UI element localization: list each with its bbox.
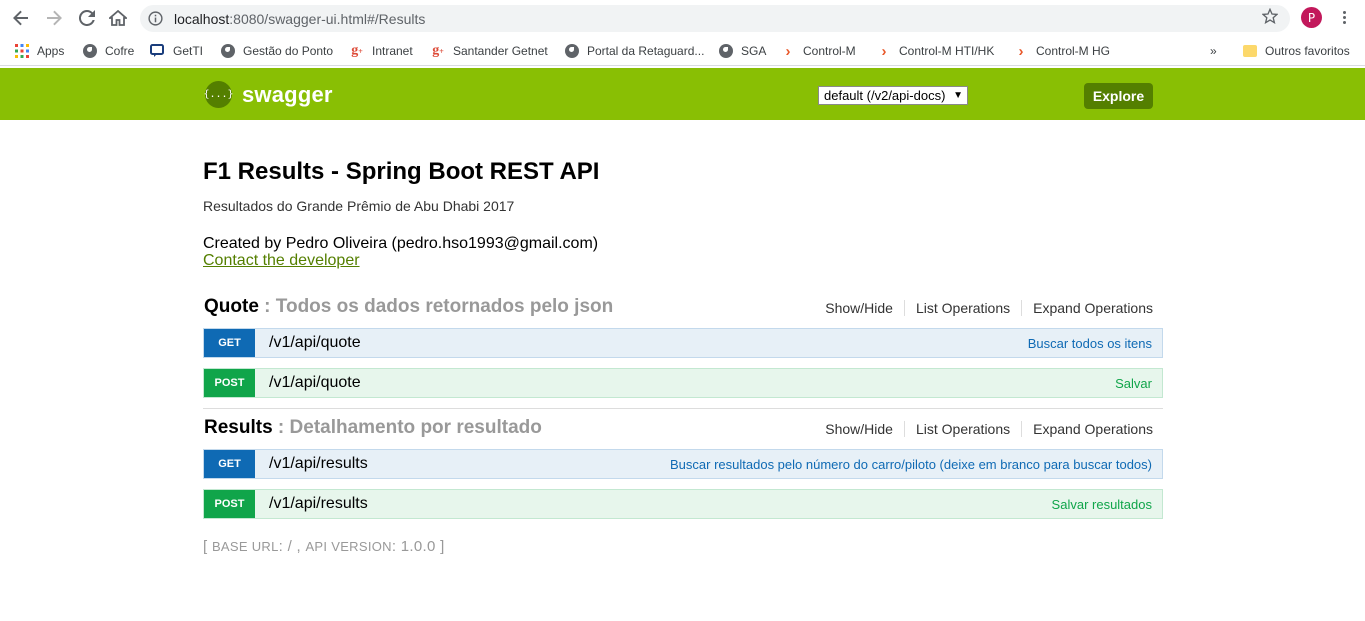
http-method-badge: POST	[204, 369, 255, 397]
reload-icon	[79, 10, 95, 26]
globe-icon	[83, 44, 97, 58]
resource-quote-header: Quote : Todos os dados retornados pelo j…	[203, 296, 1163, 324]
back-button[interactable]	[10, 7, 32, 29]
http-method-badge: POST	[204, 490, 255, 518]
bookmark-outros-favoritos[interactable]: Outros favoritos	[1242, 42, 1350, 60]
operation-path[interactable]: /v1/api/quote	[269, 374, 361, 392]
browser-menu-icon[interactable]	[1338, 9, 1350, 27]
globe-icon	[719, 44, 733, 58]
chat-icon	[150, 43, 166, 59]
bookmark-control-m-hti[interactable]: › Control-M HTI/HK	[876, 42, 995, 60]
base-url-label: BASE URL	[211, 539, 279, 554]
api-created-by: Created by Pedro Oliveira (pedro.hso1993…	[203, 235, 599, 252]
address-bar[interactable]: localhost:8080/swagger-ui.html#/Results	[140, 5, 1290, 32]
list-operations-link[interactable]: List Operations	[905, 421, 1023, 437]
url-text[interactable]: localhost:8080/swagger-ui.html#/Results	[174, 11, 425, 27]
operation-summary[interactable]: Buscar resultados pelo número do carro/p…	[670, 457, 1152, 472]
bookmark-getti[interactable]: GetTI	[150, 42, 203, 60]
gplus-icon: g +	[351, 43, 363, 58]
back-arrow-icon	[13, 10, 28, 26]
operation-get-results[interactable]: GET /v1/api/results Buscar resultados pe…	[203, 449, 1163, 479]
bookmark-star-icon[interactable]	[1262, 8, 1278, 24]
expand-operations-link[interactable]: Expand Operations	[1022, 300, 1163, 316]
operation-post-quote[interactable]: POST /v1/api/quote Salvar	[203, 368, 1163, 398]
operation-summary[interactable]: Salvar resultados	[1052, 497, 1152, 512]
resource-divider	[203, 408, 1163, 409]
operation-summary[interactable]: Salvar	[1115, 376, 1152, 391]
home-icon	[109, 10, 127, 26]
swagger-logo-icon: {...}	[203, 81, 234, 108]
api-version-value: : 1.0.0	[391, 538, 441, 555]
bookmarks-overflow-button[interactable]: »	[1210, 42, 1217, 60]
home-button[interactable]	[107, 7, 129, 29]
bookmark-control-m[interactable]: › Control-M	[780, 42, 856, 60]
resource-results-header: Results : Detalhamento por resultado Sho…	[203, 417, 1163, 445]
info-icon	[148, 11, 163, 26]
bookmark-control-m-hg[interactable]: › Control-M HG	[1013, 42, 1111, 60]
bookmark-cofre[interactable]: Cofre	[82, 42, 134, 60]
api-footer: [ BASE URL: / , API VERSION: 1.0.0 ]	[203, 538, 445, 555]
forward-arrow-icon	[47, 10, 62, 26]
operation-get-quote[interactable]: GET /v1/api/quote Buscar todos os itens	[203, 328, 1163, 358]
apps-grid-icon	[14, 43, 30, 59]
bookmarks-bar: Apps Cofre GetTI Gestão do Ponto g + Intra…	[0, 36, 1365, 66]
reload-button[interactable]	[76, 7, 98, 29]
bookmark-santander-getnet[interactable]: g + Santander Getnet	[430, 42, 548, 60]
api-spec-select[interactable]: default (/v2/api-docs) ▼	[818, 86, 968, 105]
bookmark-portal-retaguarda[interactable]: Portal da Retaguard...	[564, 42, 704, 60]
http-method-badge: GET	[204, 450, 255, 478]
dropdown-arrow-icon: ▼	[953, 90, 963, 101]
resource-quote-actions: Show/Hide List Operations Expand Operati…	[825, 300, 1163, 316]
resource-results-actions: Show/Hide List Operations Expand Operati…	[825, 421, 1163, 437]
bookmark-sga[interactable]: SGA	[718, 42, 766, 60]
swagger-header: {...} swagger default (/v2/api-docs) ▼ E…	[0, 68, 1365, 120]
api-version-label: API VERSION	[305, 539, 392, 554]
api-title: F1 Results - Spring Boot REST API	[203, 158, 600, 185]
api-description: Resultados do Grande Prêmio de Abu Dhabi…	[203, 198, 515, 214]
base-url-value: : / ,	[278, 538, 306, 555]
show-hide-link[interactable]: Show/Hide	[825, 300, 905, 316]
list-operations-link[interactable]: List Operations	[905, 300, 1023, 316]
swagger-logo-text: swagger	[242, 81, 333, 107]
profile-avatar[interactable]: P	[1301, 7, 1322, 28]
folder-icon	[1243, 45, 1257, 57]
http-method-badge: GET	[204, 329, 255, 357]
explore-button[interactable]: Explore	[1084, 83, 1153, 109]
contact-developer-link[interactable]: Contact the developer	[203, 252, 360, 270]
show-hide-link[interactable]: Show/Hide	[825, 421, 905, 437]
browser-toolbar: localhost:8080/swagger-ui.html#/Results …	[0, 0, 1365, 36]
forward-button[interactable]	[43, 7, 65, 29]
globe-icon	[221, 44, 235, 58]
bookmark-intranet[interactable]: g + Intranet	[349, 42, 412, 60]
swagger-logo[interactable]: {...} swagger	[203, 81, 333, 108]
operation-path[interactable]: /v1/api/results	[269, 495, 368, 513]
resource-quote-title[interactable]: Quote : Todos os dados retornados pelo j…	[204, 296, 613, 318]
bookmark-gestao-ponto[interactable]: Gestão do Ponto	[220, 42, 333, 60]
control-m-icon: ›	[785, 42, 791, 60]
resource-results-title[interactable]: Results : Detalhamento por resultado	[204, 417, 542, 439]
operation-path[interactable]: /v1/api/results	[269, 455, 368, 473]
gplus-icon: g +	[432, 43, 444, 58]
operation-summary[interactable]: Buscar todos os itens	[1028, 336, 1152, 351]
globe-icon	[565, 44, 579, 58]
expand-operations-link[interactable]: Expand Operations	[1022, 421, 1163, 437]
operation-path[interactable]: /v1/api/quote	[269, 334, 361, 352]
control-m-icon: ›	[1018, 42, 1024, 60]
operation-post-results[interactable]: POST /v1/api/results Salvar resultados	[203, 489, 1163, 519]
control-m-icon: ›	[881, 42, 887, 60]
bookmark-apps[interactable]: Apps	[14, 42, 64, 60]
